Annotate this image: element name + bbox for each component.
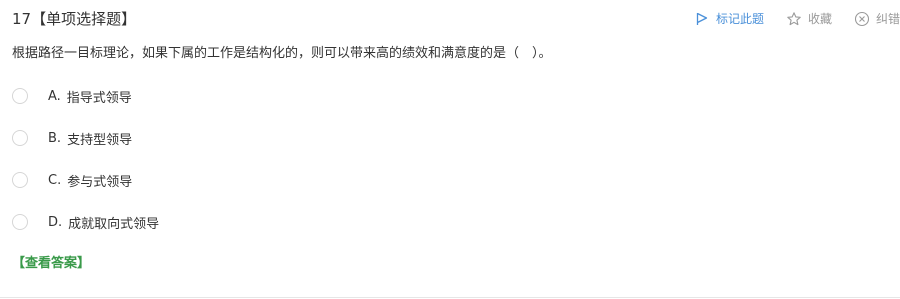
- mark-question-button[interactable]: 标记此题: [694, 9, 764, 29]
- show-answer-link[interactable]: 【查看答案】: [12, 255, 90, 273]
- question-stem: 根据路径一目标理论，如果下属的工作是结构化的，则可以带来高的绩效和满意度的是（ …: [12, 46, 552, 61]
- favorite-button[interactable]: 收藏: [786, 9, 832, 29]
- option-b[interactable]: B. 支持型领导: [12, 126, 159, 150]
- flag-icon: [694, 11, 710, 27]
- option-text: 成就取向式领导: [68, 216, 160, 232]
- divider: [0, 297, 900, 298]
- question-actions: 标记此题 收藏 纠错: [694, 9, 900, 29]
- radio-button[interactable]: [12, 214, 28, 230]
- option-a[interactable]: A. 指导式领导: [12, 84, 159, 108]
- question-card: 17【单项选择题】 标记此题 收藏 纠错 根据路径一目标理论，如果下属的工作是结…: [0, 0, 900, 299]
- question-title: 17【单项选择题】: [12, 10, 137, 28]
- option-text: 指导式领导: [66, 90, 132, 106]
- option-letter: A.: [48, 88, 61, 104]
- option-letter: B.: [48, 130, 62, 146]
- close-circle-icon: [854, 11, 870, 27]
- radio-button[interactable]: [12, 172, 28, 188]
- options-list: A. 指导式领导 B. 支持型领导 C. 参与式领导 D. 成就取向式领导: [12, 84, 159, 252]
- report-error-label: 纠错: [875, 12, 900, 26]
- option-text: 参与式领导: [67, 174, 133, 190]
- favorite-label: 收藏: [807, 12, 832, 26]
- option-text: 支持型领导: [67, 132, 133, 148]
- option-d[interactable]: D. 成就取向式领导: [12, 210, 159, 234]
- option-c[interactable]: C. 参与式领导: [12, 168, 159, 192]
- option-letter: C.: [48, 172, 62, 188]
- mark-question-label: 标记此题: [715, 12, 764, 26]
- star-icon: [786, 11, 802, 27]
- radio-button[interactable]: [12, 130, 28, 146]
- report-error-button[interactable]: 纠错: [854, 9, 900, 29]
- question-header: 17【单项选择题】 标记此题 收藏 纠错: [12, 8, 900, 30]
- radio-button[interactable]: [12, 88, 28, 104]
- option-letter: D.: [48, 214, 63, 230]
